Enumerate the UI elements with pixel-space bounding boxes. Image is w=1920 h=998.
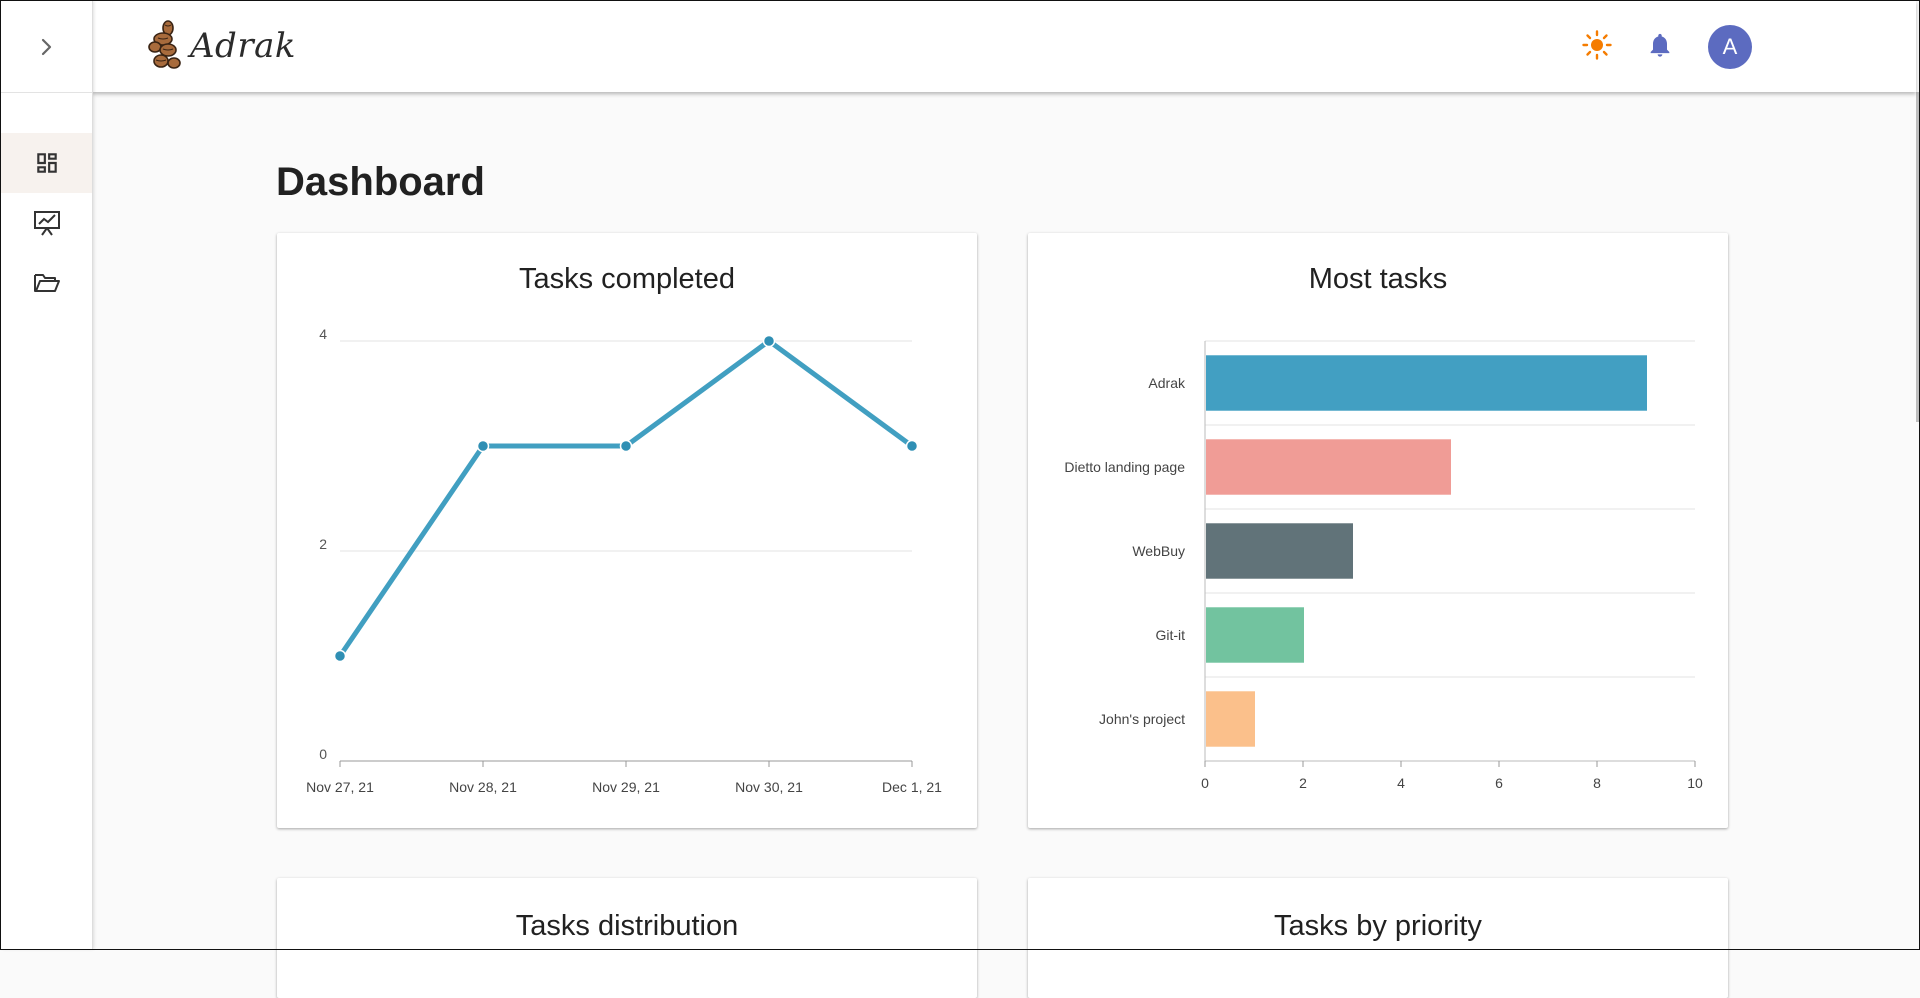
ginger-logo-icon: [148, 20, 181, 69]
most-tasks-card: Most tasks Adrak Dietto landing page WebBu…: [1028, 233, 1728, 828]
category-label: John's project: [1099, 711, 1185, 727]
category-label: Dietto landing page: [1064, 459, 1185, 475]
bell-icon: [1650, 33, 1670, 57]
x-tick-label: Dec 1, 21: [882, 779, 942, 795]
x-tick-label: 2: [1299, 775, 1307, 791]
x-tick-label: 10: [1687, 775, 1703, 791]
y-tick-label: 4: [319, 326, 327, 342]
folder-open-icon: [33, 274, 60, 292]
theme-toggle-button[interactable]: [1577, 25, 1617, 65]
category-label: Git-it: [1155, 627, 1185, 643]
dashboard-icon: [36, 153, 57, 173]
bar: [1206, 355, 1647, 411]
y-tick-label: 2: [319, 536, 327, 552]
notifications-button[interactable]: [1640, 25, 1680, 65]
x-tick-label: 8: [1593, 775, 1601, 791]
sidebar-item-analytics[interactable]: [1, 193, 92, 253]
sidebar: [1, 1, 93, 949]
app-logo[interactable]: Adrak: [146, 19, 296, 73]
sun-icon: [1582, 30, 1612, 60]
app-name: Adrak: [190, 26, 296, 66]
bar: [1206, 523, 1353, 579]
sidebar-item-projects[interactable]: [1, 253, 92, 313]
x-tick-label: Nov 30, 21: [735, 779, 803, 795]
page-title: Dashboard: [276, 160, 485, 204]
tasks-by-priority-card: Tasks by priority: [1028, 878, 1728, 998]
card-title: Tasks by priority: [1274, 910, 1482, 942]
x-tick-label: 6: [1495, 775, 1503, 791]
top-bar: Adrak A: [92, 1, 1916, 92]
most-tasks-chart: Adrak Dietto landing page WebBuy Git-it John…: [1064, 340, 1703, 791]
card-title: Tasks distribution: [515, 910, 739, 942]
chevron-right-icon: [41, 38, 51, 55]
data-point: [333, 649, 347, 663]
x-tick-label: Nov 28, 21: [449, 779, 517, 795]
data-point: [476, 439, 490, 453]
x-tick-label: Nov 29, 21: [592, 779, 660, 795]
tasks-distribution-card: Tasks distribution: [277, 878, 977, 998]
data-point: [905, 439, 919, 453]
presentation-chart-icon: [33, 211, 60, 236]
category-label: Adrak: [1148, 375, 1186, 391]
x-tick-label: Nov 27, 21: [306, 779, 374, 795]
sidebar-item-dashboard[interactable]: [1, 133, 92, 193]
user-avatar[interactable]: A: [1708, 25, 1752, 69]
scrollbar[interactable]: [1916, 92, 1919, 422]
sidebar-toggle-button[interactable]: [1, 1, 92, 93]
y-tick-label: 0: [319, 746, 327, 762]
x-tick-label: 4: [1397, 775, 1405, 791]
series-line: [337, 338, 914, 658]
data-point: [619, 439, 633, 453]
tasks-completed-card: Tasks completed 0 2 4 Nov 27, 21 Nov 28, 21 N…: [277, 233, 977, 828]
bar: [1206, 607, 1304, 663]
bar: [1206, 691, 1255, 747]
x-tick-label: 0: [1201, 775, 1209, 791]
category-label: WebBuy: [1132, 543, 1185, 559]
bar: [1206, 439, 1451, 495]
tasks-completed-chart: 0 2 4 Nov 27, 21 Nov 28, 21 Nov 29, 21 Nov 30,…: [306, 326, 942, 795]
data-point: [762, 334, 776, 348]
